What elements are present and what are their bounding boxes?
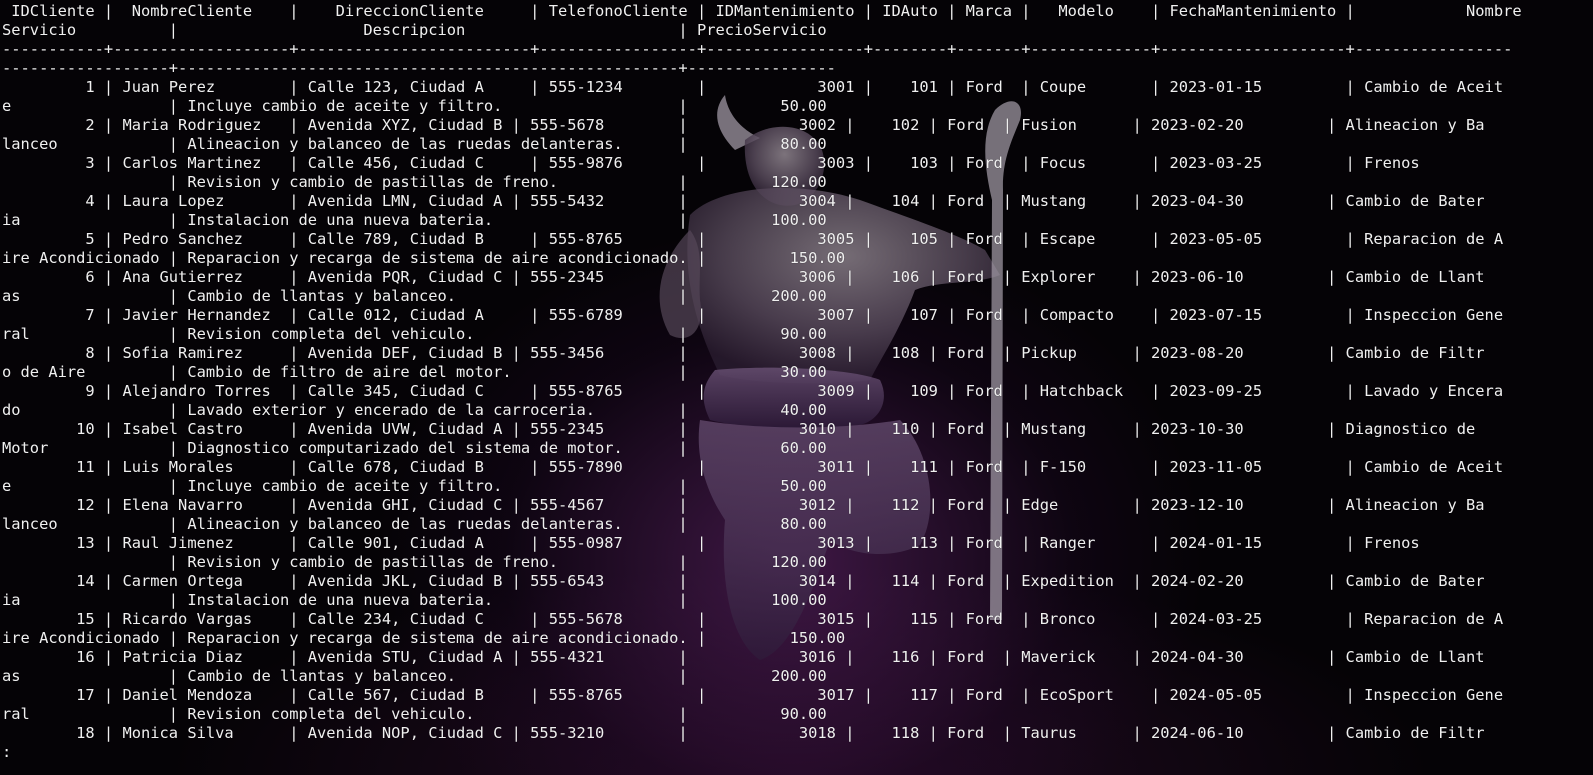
table-header-line: Servicio | Descripcion | PrecioServicio [2,21,827,39]
table-row-line: | Revision y cambio de pastillas de fren… [2,173,827,191]
pager-prompt[interactable]: : [2,743,1522,762]
table-row-line: e | Incluye cambio de aceite y filtro. |… [2,477,827,495]
table-row-line: ire Acondicionado | Reparacion y recarga… [2,249,846,267]
table-row-line: 6 | Ana Gutierrez | Avenida PQR, Ciudad … [2,268,1485,286]
table-header-line: IDCliente | NombreCliente | DireccionCli… [2,2,1522,20]
table-row-line: 18 | Monica Silva | Avenida NOP, Ciudad … [2,724,1485,742]
table-row-line: do | Lavado exterior y encerado de la ca… [2,401,827,419]
table-separator-line: -----------+-------------------+--------… [2,40,1513,58]
table-row-line: 11 | Luis Morales | Calle 678, Ciudad B … [2,458,1504,476]
table-row-line: 13 | Raul Jimenez | Calle 901, Ciudad A … [2,534,1420,552]
table-row-line: ire Acondicionado | Reparacion y recarga… [2,629,846,647]
table-row-line: ral | Revision completa del vehiculo. | … [2,705,827,723]
table-row-line: as | Cambio de llantas y balanceo. | 200… [2,667,827,685]
table-row-line: as | Cambio de llantas y balanceo. | 200… [2,287,827,305]
table-row-line: 2 | Maria Rodriguez | Avenida XYZ, Ciuda… [2,116,1485,134]
terminal-window[interactable]: IDCliente | NombreCliente | DireccionCli… [0,0,1593,775]
table-row-line: Motor | Diagnostico computarizado del si… [2,439,827,457]
table-row-line: 9 | Alejandro Torres | Calle 345, Ciudad… [2,382,1504,400]
terminal-output[interactable]: IDCliente | NombreCliente | DireccionCli… [0,0,1522,762]
table-row-line: 14 | Carmen Ortega | Avenida JKL, Ciudad… [2,572,1485,590]
table-row-line: 7 | Javier Hernandez | Calle 012, Ciudad… [2,306,1504,324]
table-row-line: 8 | Sofia Ramirez | Avenida DEF, Ciudad … [2,344,1485,362]
table-row-line: 10 | Isabel Castro | Avenida UVW, Ciudad… [2,420,1476,438]
table-row-line: | Revision y cambio de pastillas de fren… [2,553,827,571]
table-row-line: 3 | Carlos Martinez | Calle 456, Ciudad … [2,154,1420,172]
table-row-line: ia | Instalacion de una nueva bateria. |… [2,591,827,609]
table-row-line: lanceo | Alineacion y balanceo de las ru… [2,515,827,533]
table-row-line: 12 | Elena Navarro | Avenida GHI, Ciudad… [2,496,1485,514]
table-row-line: 5 | Pedro Sanchez | Calle 789, Ciudad B … [2,230,1504,248]
table-separator-line: ------------------+---------------------… [2,59,836,77]
table-row-line: 15 | Ricardo Vargas | Calle 234, Ciudad … [2,610,1504,628]
table-row-line: 17 | Daniel Mendoza | Calle 567, Ciudad … [2,686,1504,704]
table-row-line: 16 | Patricia Diaz | Avenida STU, Ciudad… [2,648,1485,666]
table-row-line: lanceo | Alineacion y balanceo de las ru… [2,135,827,153]
table-row-line: ral | Revision completa del vehiculo. | … [2,325,827,343]
table-row-line: 1 | Juan Perez | Calle 123, Ciudad A | 5… [2,78,1504,96]
table-row-line: 4 | Laura Lopez | Avenida LMN, Ciudad A … [2,192,1485,210]
table-row-line: e | Incluye cambio de aceite y filtro. |… [2,97,827,115]
table-row-line: ia | Instalacion de una nueva bateria. |… [2,211,827,229]
table-row-line: o de Aire | Cambio de filtro de aire del… [2,363,827,381]
